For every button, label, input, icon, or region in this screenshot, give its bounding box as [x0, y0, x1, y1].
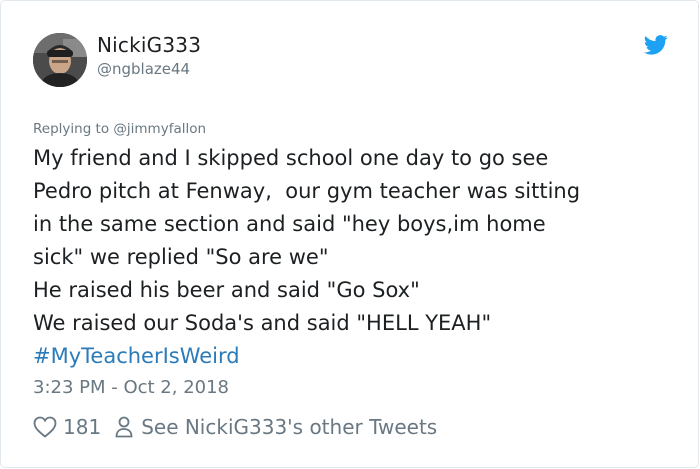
tweet-card: NickiG333 @ngblaze44 Replying to @jimmyf… — [0, 0, 699, 468]
like-count[interactable]: 181 — [63, 415, 101, 439]
person-icon[interactable] — [115, 416, 133, 438]
tweet-timestamp[interactable]: 3:23 PM - Oct 2, 2018 — [33, 377, 229, 398]
tweet-text-line: Pedro pitch at Fenway, our gym teacher w… — [33, 179, 581, 203]
heart-icon[interactable] — [33, 416, 57, 438]
avatar[interactable] — [33, 33, 87, 87]
twitter-bird-icon[interactable] — [644, 35, 668, 55]
hashtag-link[interactable]: #MyTeacherIsWeird — [33, 340, 673, 373]
reply-context[interactable]: Replying to @jimmyfallon — [33, 121, 206, 137]
tweet-text-line: in the same section and said "hey boys,i… — [33, 212, 546, 236]
tweet-text: My friend and I skipped school one day t… — [33, 142, 673, 373]
avatar-image — [33, 33, 87, 87]
author-handle[interactable]: @ngblaze44 — [97, 60, 190, 78]
tweet-text-line: My friend and I skipped school one day t… — [33, 146, 549, 170]
tweet-text-line: He raised his beer and said "Go Sox" — [33, 278, 420, 302]
tweet-actions: 181 See NickiG333's other Tweets — [33, 413, 437, 441]
tweet-text-line: We raised our Soda's and said "HELL YEAH… — [33, 311, 492, 335]
other-tweets-link[interactable]: See NickiG333's other Tweets — [141, 415, 437, 439]
author-display-name[interactable]: NickiG333 — [97, 33, 201, 57]
tweet-text-line: sick" we replied "So are we" — [33, 245, 329, 269]
